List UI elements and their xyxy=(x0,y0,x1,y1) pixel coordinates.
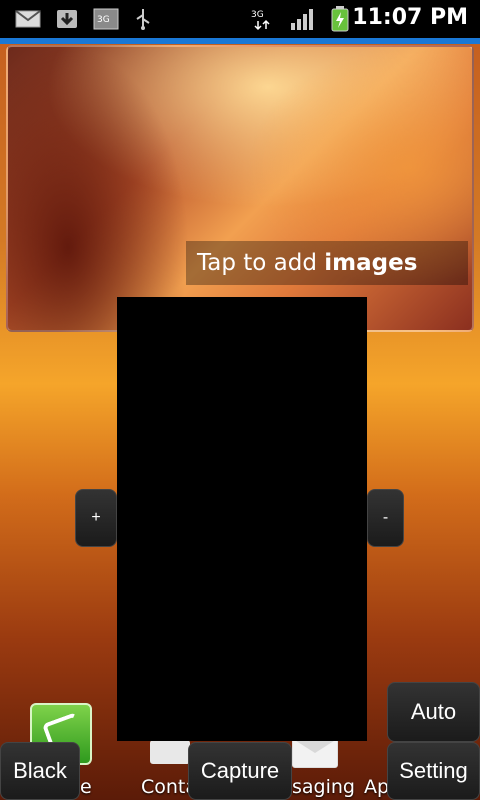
zoom-out-button[interactable]: - xyxy=(367,489,404,547)
dock-label-apps: Ap xyxy=(364,776,390,798)
dock-label-phone: e xyxy=(80,776,92,798)
camera-preview xyxy=(117,297,367,741)
svg-text:3G: 3G xyxy=(251,10,264,20)
black-button[interactable]: Black xyxy=(0,742,80,800)
svg-text:3G: 3G xyxy=(97,15,110,25)
setting-button[interactable]: Setting xyxy=(387,742,480,800)
usb-icon xyxy=(132,7,154,31)
dock-label-messaging: saging xyxy=(292,776,355,798)
status-bar: 3G 3G 11:07 PM xyxy=(0,0,480,38)
accent-bar xyxy=(0,38,480,44)
battery-charging-icon xyxy=(330,6,350,32)
status-time: 11:07 PM xyxy=(352,5,468,30)
photo-frame-widget[interactable]: Tap to add images xyxy=(6,45,474,332)
download-icon xyxy=(54,7,80,31)
capture-button[interactable]: Capture xyxy=(188,742,292,800)
3g-data-icon: 3G xyxy=(250,7,274,31)
auto-button[interactable]: Auto xyxy=(387,682,480,742)
signal-icon xyxy=(290,7,316,31)
messaging-app-icon[interactable] xyxy=(292,738,338,768)
tap-text-bold: images xyxy=(324,250,418,276)
tap-text-prefix: Tap to add xyxy=(197,250,317,276)
contacts-app-icon[interactable] xyxy=(150,740,190,764)
tap-to-add-images-label[interactable]: Tap to add images xyxy=(186,241,468,285)
email-icon xyxy=(14,7,42,31)
3g-icon: 3G xyxy=(92,7,120,31)
zoom-in-button[interactable]: + xyxy=(75,489,117,547)
